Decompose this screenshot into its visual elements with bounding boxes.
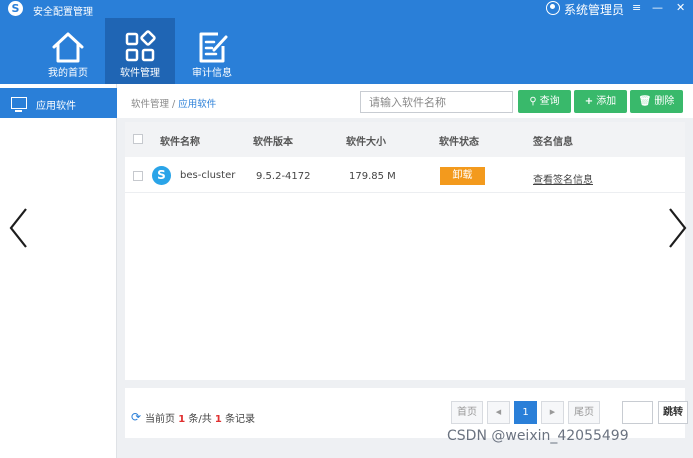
first-page-button[interactable]: 首页 [451,401,483,424]
table-header: 软件名称 软件版本 软件大小 软件状态 签名信息 [125,122,685,157]
user-icon[interactable] [546,1,560,15]
chevron-right-icon[interactable] [664,205,690,251]
search-input[interactable] [360,91,513,113]
apps-grid-icon [125,30,156,62]
app-title: 安全配置管理 [33,7,93,18]
query-button[interactable]: ⚲ 查询 [518,90,571,113]
add-button[interactable]: + 添加 [574,90,627,113]
column-header: 软件大小 [346,137,386,148]
add-button-label: 添加 [596,96,617,107]
toolbar: 软件管理/应用软件 ⚲查询 +添加 🗑删除 [117,84,693,118]
home-icon [52,32,84,63]
watermark: CSDN @weixin_42055499 [447,428,629,444]
table-row: S bes-cluster 9.5.2-4172 179.85 M 卸载 查看签… [125,157,685,193]
refresh-icon[interactable]: ⟳ [131,410,141,424]
tab-audit-label: 审计信息 [192,68,232,79]
app-logo-icon: S [8,1,23,16]
software-table: 软件名称 软件版本 软件大小 软件状态 签名信息 S bes-cluster 9… [125,122,685,380]
tab-software-management-label: 软件管理 [120,68,160,79]
main-content: 软件管理/应用软件 ⚲查询 +添加 🗑删除 软件名称 软件版本 软件大小 软件状… [117,84,693,458]
software-size: 179.85 M [349,171,396,182]
software-version: 9.5.2-4172 [256,171,311,182]
uninstall-button[interactable]: 卸载 [440,167,485,185]
select-all-checkbox[interactable] [133,134,143,144]
current-count: 1 [178,414,186,425]
delete-button[interactable]: 🗑 删除 [630,90,683,113]
software-name: bes-cluster [180,170,236,181]
close-icon[interactable]: ✕ [676,1,685,14]
plus-icon: + [584,96,594,107]
top-nav: 我的首页 软件管理 审计信息 [0,18,693,84]
record-summary: 当前页 1 条/共 1 条记录 [145,410,255,425]
trash-icon: 🗑 [638,96,652,107]
tab-home[interactable]: 我的首页 [33,18,103,84]
row-checkbox[interactable] [133,171,143,181]
user-name[interactable]: 系统管理员 [564,1,624,18]
total-count: 1 [214,414,222,425]
sidebar-item-label: 应用软件 [36,101,76,112]
menu-icon[interactable]: ≡ [632,1,641,14]
query-button-label: 查询 [539,96,560,107]
sidebar: 应用软件 [0,84,117,458]
breadcrumb-parent[interactable]: 软件管理 [131,99,169,110]
chevron-left-icon[interactable] [6,205,32,251]
view-signature-link[interactable]: 查看签名信息 [533,171,593,186]
minimize-icon[interactable]: — [652,1,663,14]
page-number-button[interactable]: 1 [514,401,537,424]
title-bar: S 安全配置管理 系统管理员 ≡ — ✕ [0,0,693,18]
column-header: 软件版本 [253,137,293,148]
software-logo-icon: S [152,166,171,185]
breadcrumb-current: 应用软件 [178,99,217,110]
breadcrumb: 软件管理 / 应用软件 [131,96,216,110]
last-page-button[interactable]: 尾页 [568,401,600,424]
summary-prefix: 当前页 [145,414,175,425]
delete-button-label: 删除 [654,96,675,107]
column-header: 签名信息 [533,137,573,148]
sidebar-item-app-software[interactable]: 应用软件 [0,88,117,118]
prev-page-button[interactable]: ◀ [487,401,510,424]
goto-page-input[interactable] [622,401,653,424]
search-icon: ⚲ [529,96,537,107]
app-window: S 安全配置管理 系统管理员 ≡ — ✕ 我的首页 软件管理 审计信息 应用软件… [0,0,693,458]
tab-software-management[interactable]: 软件管理 [105,18,175,84]
monitor-icon [11,97,27,112]
next-page-button[interactable]: ▶ [541,401,564,424]
edit-note-icon [199,32,228,63]
summary-suffix: 条记录 [225,414,256,425]
goto-button[interactable]: 跳转 [658,401,688,424]
tab-home-label: 我的首页 [48,68,88,79]
column-header: 软件名称 [160,137,200,148]
summary-middle: 条/共 [188,414,212,425]
tab-audit[interactable]: 审计信息 [177,18,247,84]
column-header: 软件状态 [439,137,479,148]
breadcrumb-separator: / [172,99,176,110]
